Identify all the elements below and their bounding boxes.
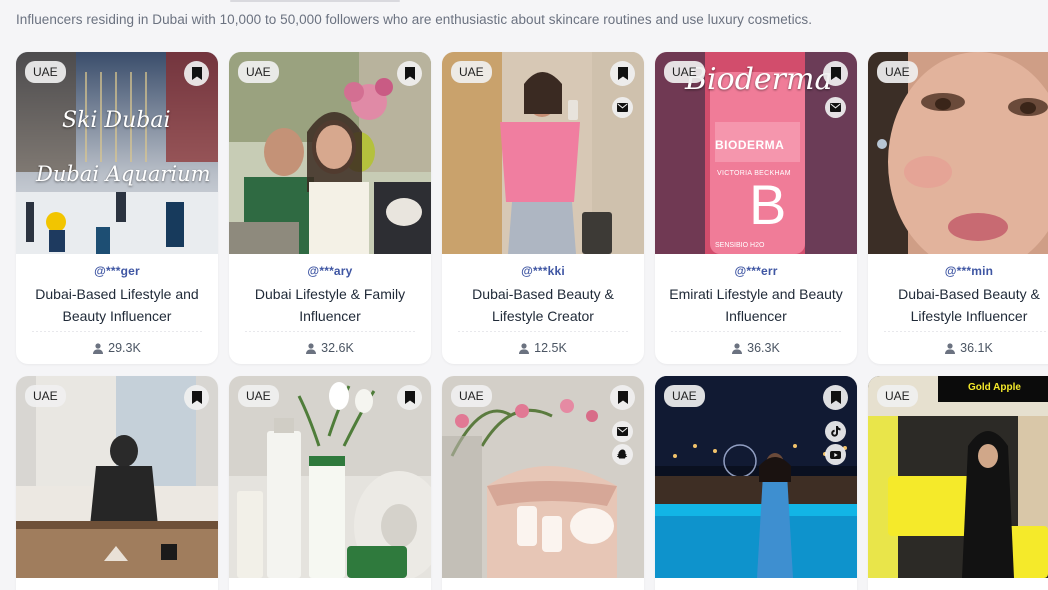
profile-photo[interactable]: UAE (655, 376, 857, 578)
country-badge: UAE (238, 61, 279, 83)
bookmark-icon (617, 67, 628, 80)
influencer-card[interactable]: UAE @***min Dubai-Based Beauty & Lifesty… (868, 52, 1048, 364)
person-icon (945, 342, 956, 354)
profile-photo[interactable]: UAE (442, 376, 644, 578)
country-badge: UAE (664, 385, 705, 407)
bookmark-icon (830, 391, 841, 404)
overlay-text-bioderma-script: Bioderma (685, 62, 833, 97)
youtube-icon (830, 450, 841, 459)
divider (884, 331, 1048, 332)
bookmark-icon (617, 391, 628, 404)
divider (671, 331, 841, 332)
bookmark-button[interactable] (184, 61, 209, 86)
country-badge: UAE (664, 61, 705, 83)
country-badge: UAE (25, 385, 66, 407)
email-button[interactable] (612, 97, 633, 118)
bottle-letter-text: B (749, 173, 787, 236)
email-icon (617, 427, 628, 436)
bookmark-button[interactable] (397, 61, 422, 86)
influencer-title: Dubai-Based Beauty & Lifestyle Creator (472, 286, 614, 324)
person-icon (519, 342, 530, 354)
influencer-handle[interactable]: @***ary (229, 264, 431, 278)
bookmark-button[interactable] (397, 385, 422, 410)
youtube-button[interactable] (825, 444, 846, 465)
profile-photo[interactable]: UAE (229, 52, 431, 254)
follower-count-value: 32.6K (321, 341, 354, 355)
email-button[interactable] (612, 421, 633, 442)
profile-photo[interactable]: UAE (229, 376, 431, 578)
bottle-brand-text: BIODERMA (715, 138, 785, 152)
snapchat-icon (617, 449, 628, 459)
profile-photo[interactable]: Bioderma BIODERMA VICTORIA BECKHAM B SEN… (655, 52, 857, 254)
bottle-product-text: SENSIBIO H2O (715, 242, 765, 249)
bookmark-icon (404, 391, 415, 404)
tiktok-icon (830, 426, 840, 437)
influencer-card[interactable]: Bioderma BIODERMA VICTORIA BECKHAM B SEN… (655, 52, 857, 364)
store-sign-text: Gold Apple (968, 382, 1021, 393)
bookmark-button[interactable] (823, 61, 848, 86)
influencer-title: Dubai-Based Lifestyle and Beauty Influen… (35, 286, 199, 324)
bookmark-button[interactable] (184, 385, 209, 410)
person-icon (306, 342, 317, 354)
bookmark-button[interactable] (610, 385, 635, 410)
influencer-card[interactable]: UAE @***kki Dubai-Based Beauty & Lifesty… (442, 52, 644, 364)
query-bar: Influencers residing in Dubai with 10,00… (0, 0, 1048, 40)
influencer-title: Dubai-Based Beauty & Lifestyle Influence… (898, 286, 1040, 324)
influencer-card[interactable]: Ski Dubai Dubai Aquarium UAE @***ger Dub… (16, 52, 218, 364)
influencer-grid: Ski Dubai Dubai Aquarium UAE @***ger Dub… (16, 52, 1048, 590)
divider (32, 331, 202, 332)
follower-count: 29.3K (16, 341, 218, 355)
country-badge: UAE (451, 385, 492, 407)
follower-count-value: 29.3K (108, 341, 141, 355)
influencer-handle[interactable]: @***err (655, 264, 857, 278)
follower-count-value: 36.1K (960, 341, 993, 355)
influencer-card[interactable]: UAE (229, 376, 431, 590)
country-badge: UAE (877, 385, 918, 407)
country-badge: UAE (877, 61, 918, 83)
email-icon (617, 103, 628, 112)
bookmark-icon (830, 67, 841, 80)
follower-count: 36.1K (868, 341, 1048, 355)
influencer-card[interactable]: UAE @***ary Dubai Lifestyle & Family Inf… (229, 52, 431, 364)
bookmark-icon (191, 67, 202, 80)
follower-count-value: 36.3K (747, 341, 780, 355)
influencer-handle[interactable]: @***min (868, 264, 1048, 278)
profile-photo[interactable]: UAE (16, 376, 218, 578)
follower-count-value: 12.5K (534, 341, 567, 355)
tiktok-button[interactable] (825, 421, 846, 442)
country-badge: UAE (238, 385, 279, 407)
profile-photo[interactable]: UAE (868, 52, 1048, 254)
bookmark-button[interactable] (610, 61, 635, 86)
bookmark-icon (404, 67, 415, 80)
search-query-text: Influencers residing in Dubai with 10,00… (16, 12, 813, 27)
influencer-card[interactable]: UAE (442, 376, 644, 590)
profile-photo[interactable]: Gold Apple UAE (868, 376, 1048, 578)
country-badge: UAE (25, 61, 66, 83)
snapchat-button[interactable] (612, 444, 633, 465)
country-badge: UAE (451, 61, 492, 83)
follower-count: 32.6K (229, 341, 431, 355)
person-icon (93, 342, 104, 354)
influencer-handle[interactable]: @***ger (16, 264, 218, 278)
influencer-card[interactable]: Gold Apple UAE (868, 376, 1048, 590)
follower-count: 36.3K (655, 341, 857, 355)
divider (245, 331, 415, 332)
influencer-card[interactable]: UAE (655, 376, 857, 590)
bookmark-button[interactable] (823, 385, 848, 410)
overlay-text-dubai-aquarium: Dubai Aquarium (36, 162, 211, 186)
influencer-title: Dubai Lifestyle & Family Influencer (254, 286, 406, 324)
email-icon (830, 103, 841, 112)
overlay-text-ski-dubai: Ski Dubai (62, 108, 171, 133)
influencer-handle[interactable]: @***kki (442, 264, 644, 278)
person-icon (732, 342, 743, 354)
influencer-card[interactable]: UAE (16, 376, 218, 590)
influencer-title: Emirati Lifestyle and Beauty Influencer (669, 286, 843, 324)
follower-count: 12.5K (442, 341, 644, 355)
profile-photo[interactable]: Ski Dubai Dubai Aquarium UAE (16, 52, 218, 254)
profile-photo[interactable]: UAE (442, 52, 644, 254)
bookmark-icon (191, 391, 202, 404)
email-button[interactable] (825, 97, 846, 118)
divider (458, 331, 628, 332)
